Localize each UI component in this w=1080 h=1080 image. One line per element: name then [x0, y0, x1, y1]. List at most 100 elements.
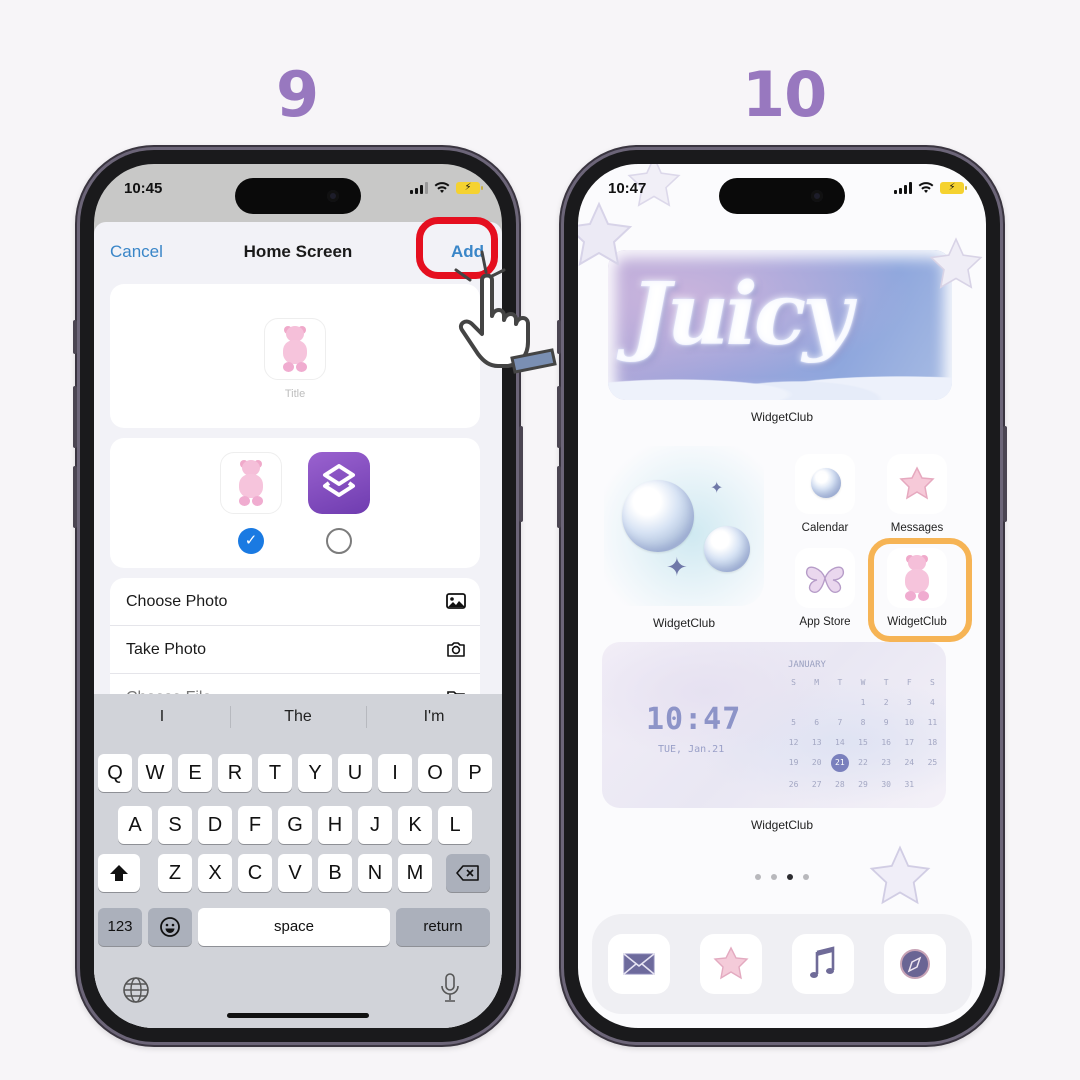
screen: 10:45 ⚡ Cancel Home Screen Add Title ✓ C…	[94, 164, 502, 1028]
microphone-icon[interactable]	[440, 972, 460, 1004]
cellular-signal-icon	[410, 182, 428, 194]
new-app-highlight	[868, 538, 972, 642]
key-k[interactable]: K	[398, 806, 432, 844]
key-q[interactable]: Q	[98, 754, 132, 792]
suggestion[interactable]: The	[230, 694, 366, 740]
key-h[interactable]: H	[318, 806, 352, 844]
globe-icon[interactable]	[122, 976, 150, 1004]
numbers-key[interactable]: 123	[98, 908, 142, 946]
butterfly-icon	[795, 548, 855, 608]
key-g[interactable]: G	[278, 806, 312, 844]
app-messages[interactable]: Messages	[886, 454, 948, 534]
shift-icon	[110, 865, 128, 881]
tutorial-image: 9 10 10:45 ⚡ Cancel Home Screen Add Titl…	[0, 0, 1080, 1080]
page-dot[interactable]	[771, 874, 777, 880]
calendar-day: 5	[791, 718, 796, 727]
return-key[interactable]: return	[396, 908, 490, 946]
calendar-day: 14	[835, 738, 845, 747]
key-f[interactable]: F	[238, 806, 272, 844]
widget-clock-time: 10:47	[646, 702, 742, 737]
key-m[interactable]: M	[398, 854, 432, 892]
phone-step-9: 10:45 ⚡ Cancel Home Screen Add Title ✓ C…	[73, 150, 523, 1042]
shortcuts-icon-radio[interactable]	[326, 528, 352, 554]
app-title-field[interactable]: Title	[110, 388, 480, 400]
status-time: 10:47	[608, 180, 647, 197]
clouds-decoration	[608, 358, 952, 400]
calendar-day: 13	[811, 738, 822, 747]
dock-safari[interactable]	[884, 934, 946, 994]
key-l[interactable]: L	[438, 806, 472, 844]
calendar-day: 4	[930, 698, 935, 707]
emoji-key[interactable]	[148, 908, 192, 946]
weekday-header: T	[883, 678, 889, 687]
custom-icon-radio-selected[interactable]: ✓	[238, 528, 264, 554]
page-dot[interactable]	[755, 874, 761, 880]
dock-mail[interactable]	[608, 934, 670, 994]
key-c[interactable]: C	[238, 854, 272, 892]
key-b[interactable]: B	[318, 854, 352, 892]
shortcuts-icon-option[interactable]	[308, 452, 370, 514]
calendar-day: 23	[881, 758, 891, 767]
widget-date: TUE, Jan.21	[658, 744, 725, 755]
app-label: App Store	[799, 616, 851, 628]
custom-icon-option[interactable]	[220, 452, 282, 514]
step-number-10: 10	[742, 58, 827, 131]
key-e[interactable]: E	[178, 754, 212, 792]
key-t[interactable]: T	[258, 754, 292, 792]
wifi-icon	[434, 182, 450, 193]
app-label: Messages	[890, 522, 944, 534]
app-app-store[interactable]: App Store	[794, 548, 856, 628]
suggestion[interactable]: I'm	[366, 694, 502, 740]
juicy-photo-widget[interactable]: Juicy	[608, 250, 952, 400]
key-y[interactable]: Y	[298, 754, 332, 792]
delete-key[interactable]	[446, 854, 490, 892]
key-i[interactable]: I	[378, 754, 412, 792]
battery-charging-icon: ⚡	[940, 182, 967, 194]
calendar-day: 24	[904, 758, 915, 767]
key-d[interactable]: D	[198, 806, 232, 844]
calendar-day: 10	[904, 718, 915, 727]
weekday-header: M	[814, 678, 820, 687]
step-number-9: 9	[276, 58, 319, 131]
calendar-day: 17	[904, 738, 915, 747]
key-n[interactable]: N	[358, 854, 392, 892]
key-s[interactable]: S	[158, 806, 192, 844]
suggestion[interactable]: I	[94, 694, 230, 740]
dock-music[interactable]	[792, 934, 854, 994]
key-o[interactable]: O	[418, 754, 452, 792]
key-j[interactable]: J	[358, 806, 392, 844]
key-v[interactable]: V	[278, 854, 312, 892]
take-photo-label: Take Photo	[126, 641, 207, 658]
shift-key[interactable]	[98, 854, 140, 892]
widget-label: WidgetClub	[750, 818, 814, 832]
bubbles-widget[interactable]: ✦ ✦	[604, 446, 764, 606]
home-indicator[interactable]	[227, 1013, 369, 1018]
key-x[interactable]: X	[198, 854, 232, 892]
calendar-day: 31	[904, 780, 915, 789]
calendar-day: 2	[883, 698, 889, 707]
phone-step-10: 10:47 ⚡ Juicy WidgetClub ✦ ✦ WidgetClub …	[557, 150, 1007, 1042]
page-dot[interactable]	[803, 874, 809, 880]
dock-star-app[interactable]	[700, 934, 762, 994]
decorative-star-icon	[929, 237, 983, 289]
cancel-button[interactable]: Cancel	[110, 242, 163, 262]
take-photo-row[interactable]: Take Photo	[110, 626, 480, 674]
volume-down-button	[557, 466, 561, 528]
key-r[interactable]: R	[218, 754, 252, 792]
icon-choice-card: ✓	[110, 438, 480, 568]
key-z[interactable]: Z	[158, 854, 192, 892]
key-a[interactable]: A	[118, 806, 152, 844]
key-p[interactable]: P	[458, 754, 492, 792]
choose-photo-row[interactable]: Choose Photo	[110, 578, 480, 626]
key-u[interactable]: U	[338, 754, 372, 792]
key-w[interactable]: W	[138, 754, 172, 792]
decorative-star-icon	[869, 845, 931, 905]
app-calendar[interactable]: Calendar	[794, 454, 856, 534]
weekday-header: S	[930, 678, 935, 687]
gummy-bear-icon	[280, 326, 310, 372]
clock-calendar-widget[interactable]: 10:47 TUE, Jan.21 JANUARY SMTWTFS1234567…	[602, 642, 946, 808]
space-key[interactable]: space	[198, 908, 390, 946]
calendar-blank	[782, 696, 805, 710]
music-icon	[810, 946, 835, 978]
page-dot-active[interactable]	[787, 874, 793, 880]
